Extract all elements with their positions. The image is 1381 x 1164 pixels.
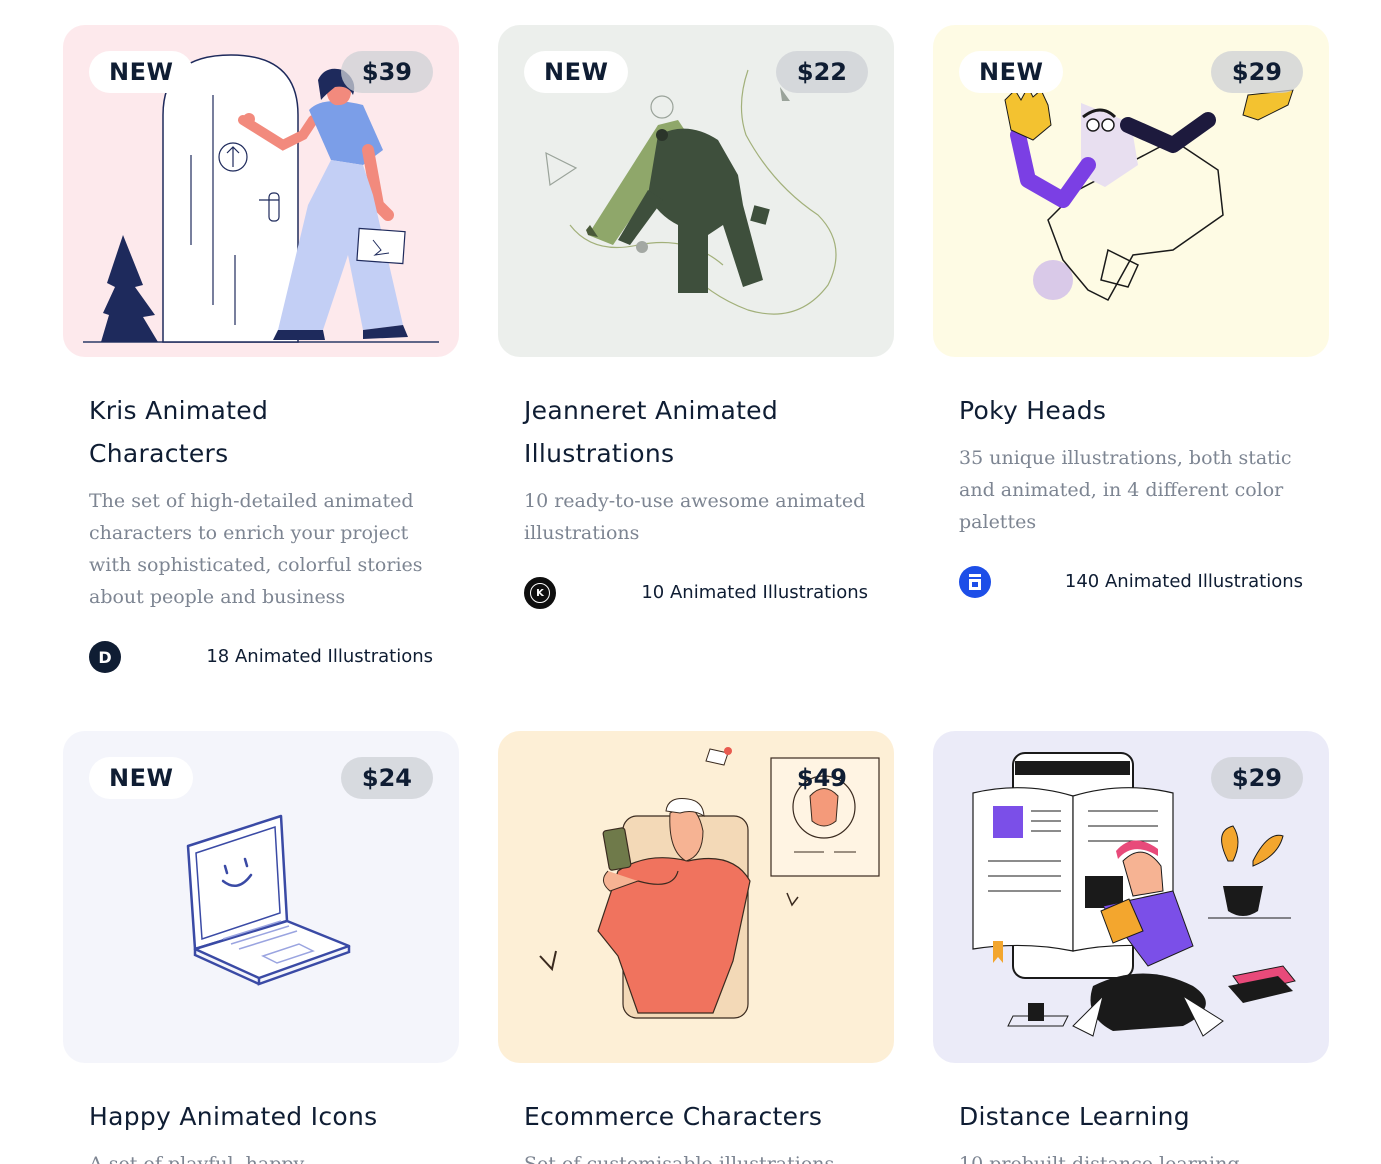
price-badge: $22 xyxy=(775,51,868,93)
card-title-line: Jeanneret Animated xyxy=(524,396,779,425)
card-title-line: Kris Animated xyxy=(89,396,269,425)
price-badge: $49 xyxy=(796,764,847,792)
author-logo-icon xyxy=(969,574,981,590)
author-logo[interactable]: K xyxy=(524,577,556,609)
card-title[interactable]: Jeanneret Animated Illustrations xyxy=(524,389,868,475)
card-image[interactable]: NEW $24 xyxy=(63,731,459,1063)
new-badge: NEW xyxy=(524,51,629,93)
card-meta: K 10 Animated Illustrations xyxy=(524,577,868,609)
product-card[interactable]: NEW $39 Kris Animated Characters The set… xyxy=(63,25,459,673)
new-badge: NEW xyxy=(959,51,1064,93)
card-description: Set of customisable illustrations xyxy=(524,1153,835,1164)
author-logo[interactable] xyxy=(959,566,991,598)
author-logo[interactable]: D xyxy=(89,641,121,673)
card-image[interactable]: NEW $39 xyxy=(63,25,459,357)
card-description: A set of playful, happy xyxy=(89,1153,305,1164)
card-image[interactable]: NEW $22 xyxy=(498,25,894,357)
card-image[interactable]: $49 xyxy=(498,731,894,1063)
card-title[interactable]: Kris Animated Characters xyxy=(89,389,433,475)
price-badge: $39 xyxy=(340,51,433,93)
card-description: 10 ready-to-use awesome animated illustr… xyxy=(524,490,866,544)
card-image[interactable]: NEW $29 xyxy=(933,25,1329,357)
new-badge: NEW xyxy=(89,51,194,93)
card-title[interactable]: Poky Heads xyxy=(959,389,1303,432)
illustration-count: 10 Animated Illustrations xyxy=(641,582,868,603)
product-card[interactable]: $49 Ecommerce Characters Set of customis… xyxy=(498,731,894,1164)
card-title[interactable]: Distance Learning xyxy=(959,1095,1303,1138)
card-title-line: Illustrations xyxy=(524,439,675,468)
product-card[interactable]: $29 Distance Learning 10 prebuilt distan… xyxy=(933,731,1329,1164)
price-badge: $29 xyxy=(1210,757,1303,799)
card-description: 10 prebuilt distance learning xyxy=(959,1153,1240,1164)
card-description: The set of high-detailed animated charac… xyxy=(89,490,423,608)
price-badge: $24 xyxy=(340,757,433,799)
new-badge: NEW xyxy=(89,757,194,799)
card-meta: D 18 Animated Illustrations xyxy=(89,641,433,673)
illustration-count: 18 Animated Illustrations xyxy=(206,646,433,667)
card-meta: 140 Animated Illustrations xyxy=(959,566,1303,598)
author-logo-letter: K xyxy=(530,583,550,603)
illustration-count: 140 Animated Illustrations xyxy=(1064,571,1303,592)
card-title[interactable]: Happy Animated Icons xyxy=(89,1095,433,1138)
card-title-line: Poky Heads xyxy=(959,396,1107,425)
card-image[interactable]: $29 xyxy=(933,731,1329,1063)
price-badge: $29 xyxy=(1210,51,1303,93)
card-title[interactable]: Ecommerce Characters xyxy=(524,1095,868,1138)
product-card[interactable]: NEW $22 Jeanneret Animated Illustrations… xyxy=(498,25,894,609)
product-card[interactable]: NEW $24 Happy Animated Icons A set of pl… xyxy=(63,731,459,1164)
product-card[interactable]: NEW $29 Poky Heads 35 unique illustratio… xyxy=(933,25,1329,598)
card-title-line: Characters xyxy=(89,439,229,468)
card-description: 35 unique illustrations, both static and… xyxy=(959,447,1292,533)
